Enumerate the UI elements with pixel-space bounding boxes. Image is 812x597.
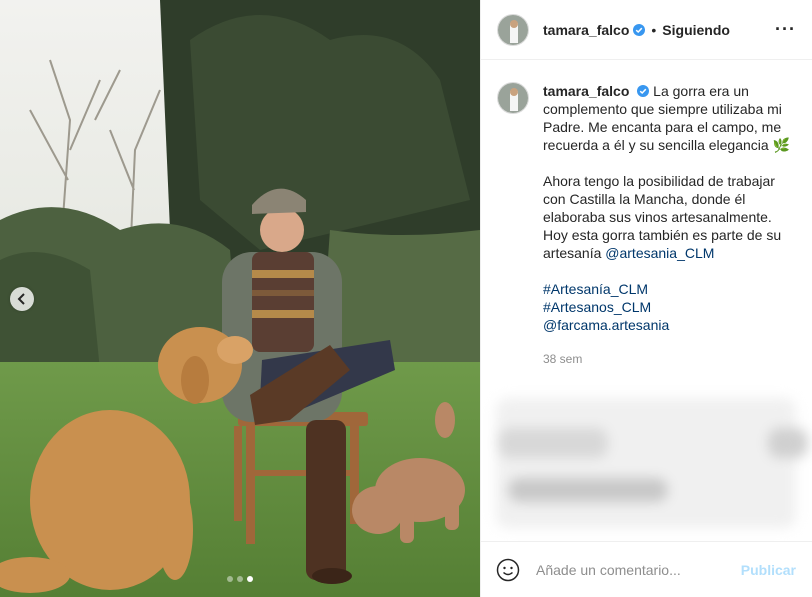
- mention-link[interactable]: @artesania_CLM: [605, 245, 714, 261]
- following-button[interactable]: Siguiendo: [662, 22, 730, 38]
- caption-avatar[interactable]: [497, 82, 529, 114]
- mention-link[interactable]: @farcama.artesania: [543, 317, 669, 333]
- username-link[interactable]: tamara_falco: [543, 22, 629, 38]
- more-options-button[interactable]: ···: [775, 19, 796, 40]
- previous-image-button[interactable]: [10, 287, 34, 311]
- carousel-dot: [227, 576, 233, 582]
- emoji-icon[interactable]: [496, 558, 520, 582]
- separator-dot: •: [651, 21, 657, 38]
- photo-illustration: [0, 0, 480, 597]
- post-photo[interactable]: [0, 0, 480, 597]
- comment-bar: Publicar: [480, 541, 812, 597]
- carousel-indicator: [0, 576, 480, 582]
- hashtag-link[interactable]: #Artesanos_CLM: [543, 299, 651, 315]
- post-header: tamara_falco • Siguiendo ···: [481, 0, 812, 60]
- carousel-dot: [237, 576, 243, 582]
- post-timestamp[interactable]: 38 sem: [543, 350, 796, 368]
- verified-badge-icon: [637, 85, 650, 97]
- post-caption: tamara_falco La gorra era un complemento…: [481, 60, 812, 368]
- chevron-left-icon: [17, 293, 25, 305]
- hashtag-link[interactable]: #Artesanía_CLM: [543, 281, 648, 297]
- carousel-dot-active: [247, 576, 253, 582]
- caption-username[interactable]: tamara_falco: [543, 83, 629, 99]
- caption-text: tamara_falco La gorra era un complemento…: [543, 82, 796, 368]
- avatar[interactable]: [497, 13, 529, 46]
- blurred-comments: [488, 398, 812, 538]
- publish-button[interactable]: Publicar: [741, 562, 796, 578]
- comment-input[interactable]: [536, 561, 741, 578]
- verified-badge-icon: [633, 23, 646, 36]
